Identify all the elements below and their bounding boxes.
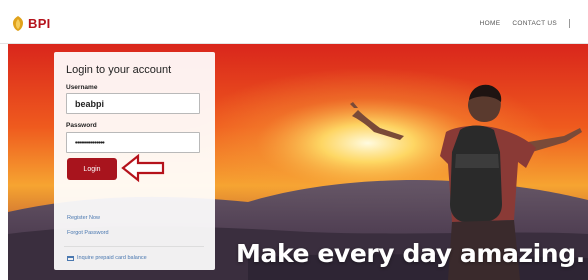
logo-text: BPI: [28, 15, 51, 31]
hero-tagline: Make every day amazing.: [236, 239, 585, 268]
panel-divider: [64, 246, 204, 247]
forgot-password-link[interactable]: Forgot Password: [67, 230, 109, 236]
prepaid-card-balance-link[interactable]: Inquire prepaid card balance: [67, 255, 147, 261]
username-label: Username: [66, 84, 98, 91]
username-input[interactable]: beabpi: [66, 93, 200, 114]
bpi-logo-icon: [13, 15, 23, 31]
bpi-logo[interactable]: BPI: [11, 13, 51, 33]
register-now-link[interactable]: Register Now: [67, 215, 100, 221]
login-button[interactable]: Login: [67, 158, 117, 180]
nav-divider: [569, 19, 570, 28]
top-navigation-bar: BPI HOME CONTACT US: [0, 0, 588, 44]
top-nav: HOME CONTACT US: [480, 19, 570, 28]
password-label: Password: [66, 122, 97, 129]
credit-card-icon: [67, 255, 74, 261]
pointer-arrow-icon: [121, 153, 165, 183]
prepaid-card-balance-text: Inquire prepaid card balance: [77, 255, 147, 261]
login-panel: Login to your account Username beabpi Pa…: [54, 52, 215, 270]
login-title: Login to your account: [66, 64, 172, 76]
nav-home-link[interactable]: HOME: [480, 20, 501, 27]
password-input[interactable]: •••••••••••••••: [66, 132, 200, 153]
nav-contact-us-link[interactable]: CONTACT US: [512, 20, 557, 27]
